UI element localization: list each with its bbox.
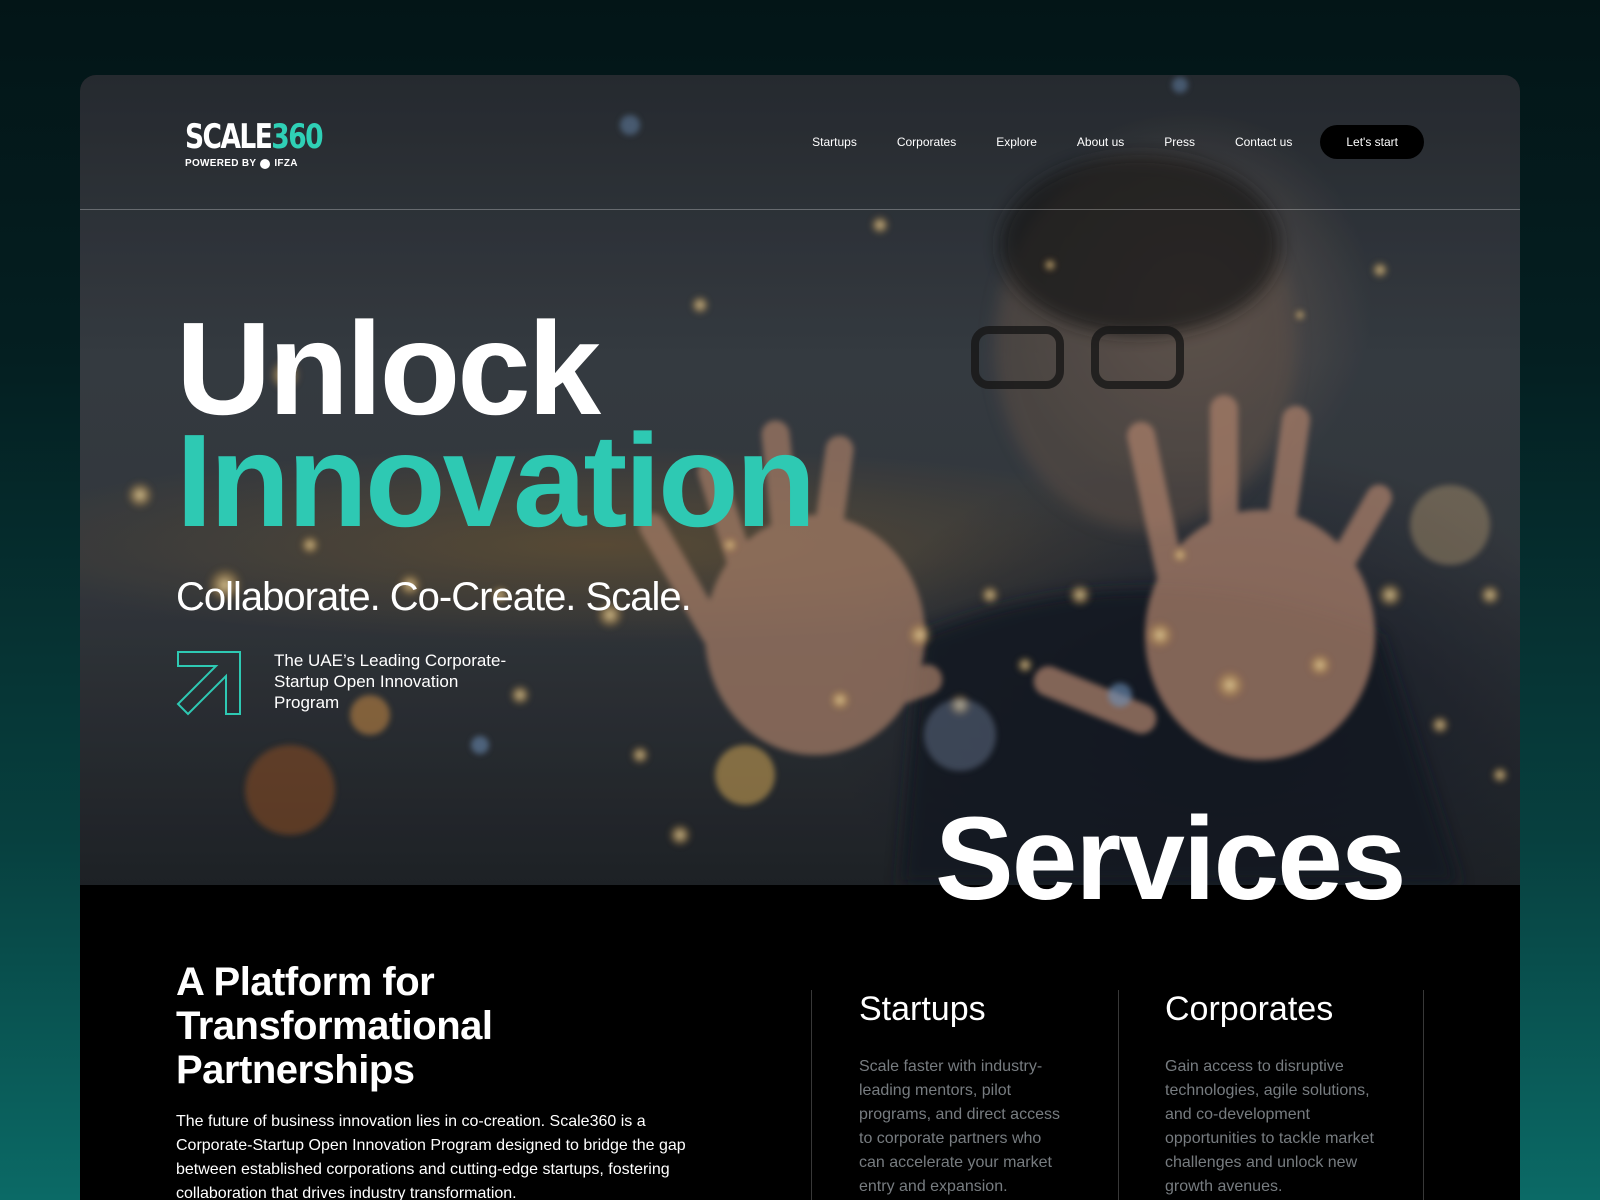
services-section-title: Services — [935, 793, 1407, 925]
brand-logo[interactable]: SCALE 360 POWERED BY IFZA — [185, 117, 361, 169]
service-desc-corporates: Gain access to disruptive technologies, … — [1165, 1058, 1374, 1195]
hero-tagline: Collaborate. Co-Create. Scale. — [176, 575, 692, 619]
service-title-startups[interactable]: Startups — [859, 990, 986, 1029]
service-divider — [1423, 990, 1424, 1200]
service-divider — [811, 990, 812, 1200]
lets-start-button[interactable]: Let's start — [1320, 125, 1424, 159]
platform-body: The future of business innovation lies i… — [176, 1113, 686, 1200]
nav-link-about-us[interactable]: About us — [1077, 135, 1124, 149]
logo-sub-prefix: POWERED BY — [185, 158, 257, 169]
logo-wordmark: SCALE 360 — [185, 117, 324, 157]
service-title-corporates[interactable]: Corporates — [1165, 990, 1333, 1029]
hero-program-text: The UAE’s Leading Corporate-Startup Open… — [274, 651, 507, 712]
nav-link-contact-us[interactable]: Contact us — [1235, 135, 1292, 149]
nav-link-press[interactable]: Press — [1164, 135, 1195, 149]
main-nav: Startups Corporates Explore About us Pre… — [812, 125, 1424, 159]
logo-number-text: 360 — [271, 117, 323, 157]
browser-frame: SCALE 360 POWERED BY IFZA Startups Corpor… — [80, 75, 1520, 1200]
hero-section: SCALE 360 POWERED BY IFZA Startups Corpor… — [80, 75, 1520, 885]
nav-link-explore[interactable]: Explore — [996, 135, 1037, 149]
logo-sub-partner: IFZA — [274, 158, 298, 169]
service-divider — [1118, 990, 1119, 1200]
arrow-up-right-icon — [176, 651, 241, 716]
logo-scale-text: SCALE — [185, 117, 273, 157]
nav-link-corporates[interactable]: Corporates — [897, 135, 956, 149]
hero-headline-line2: Innovation — [176, 407, 816, 554]
logo-powered-by: POWERED BY IFZA — [185, 158, 361, 169]
nav-link-startups[interactable]: Startups — [812, 135, 857, 149]
platform-title: A Platform for Transformational Partners… — [176, 960, 493, 1092]
ifza-logo-icon — [260, 158, 271, 169]
service-desc-startups: Scale faster with industry-leading mento… — [859, 1058, 1060, 1195]
header-divider — [80, 209, 1520, 210]
